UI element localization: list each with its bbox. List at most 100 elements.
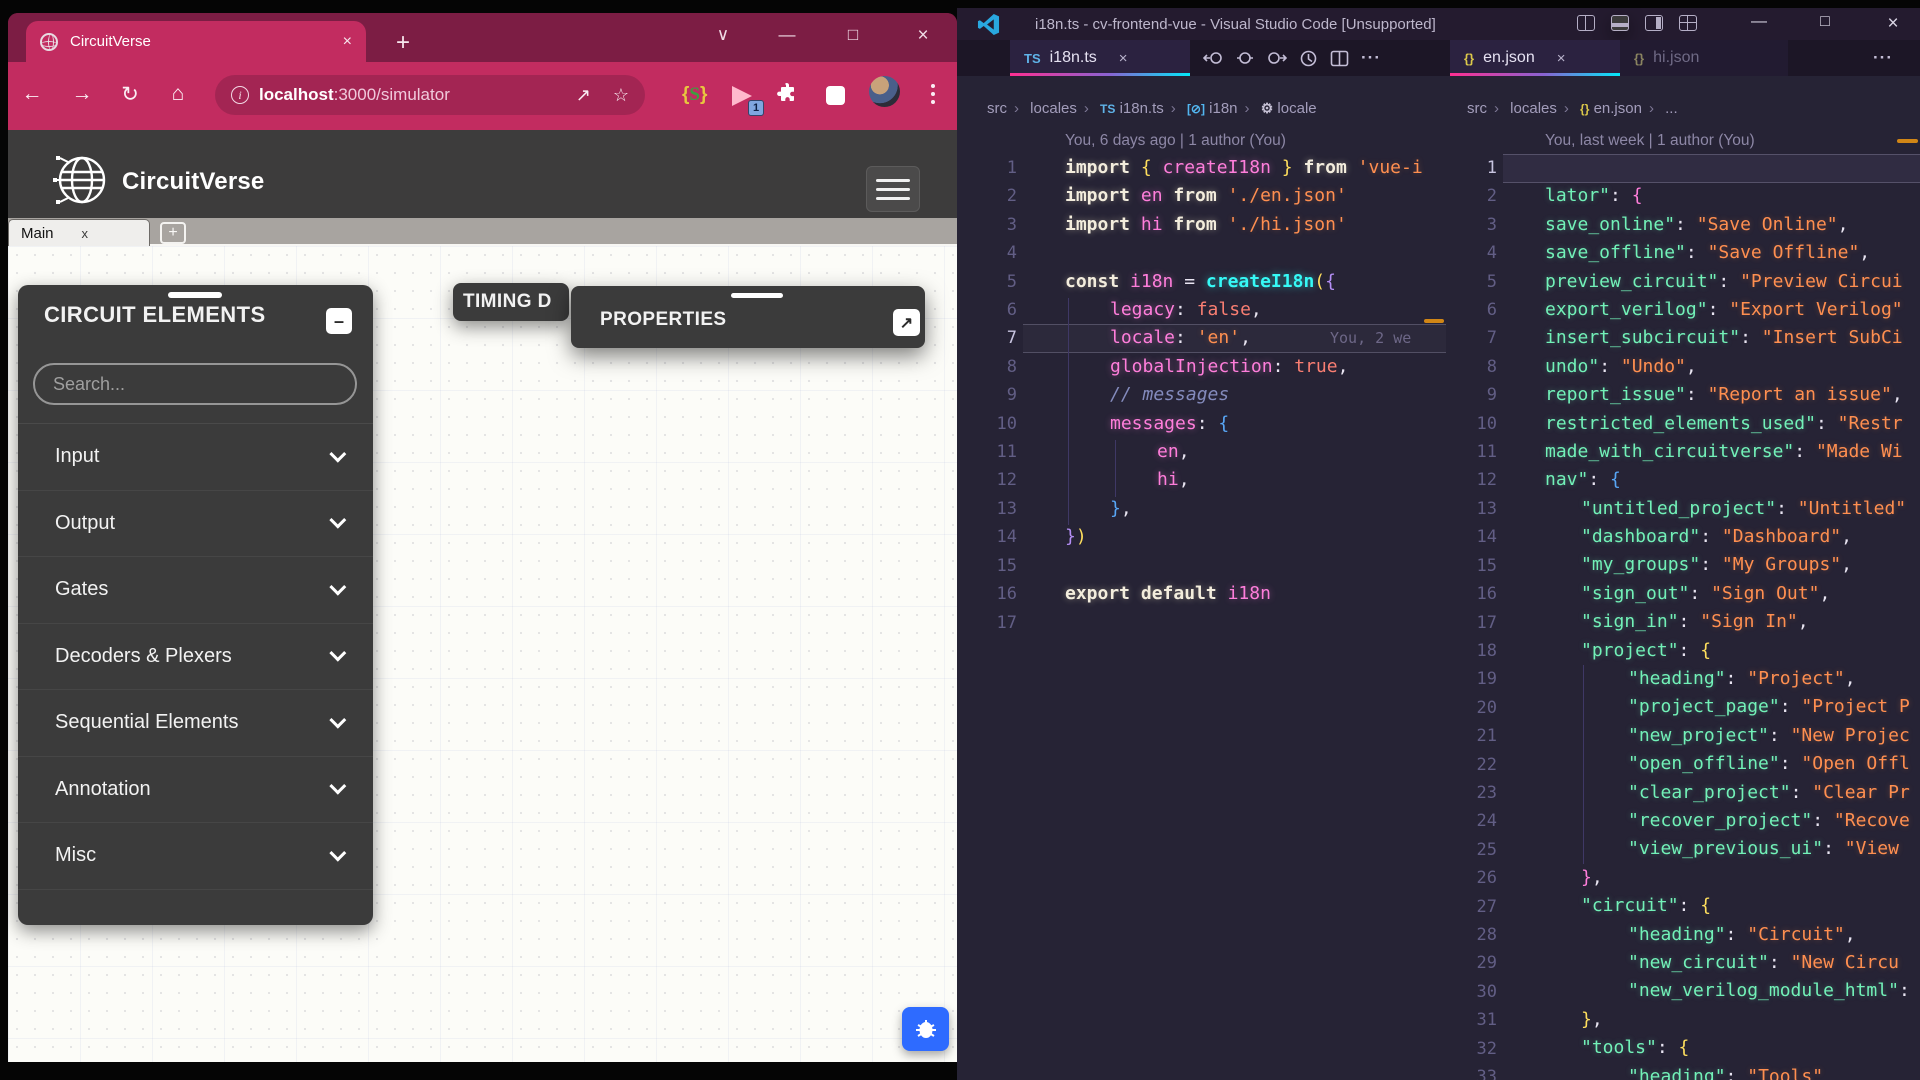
chevron-down-icon[interactable] <box>329 844 346 861</box>
extension-badge: 1 <box>748 100 764 116</box>
timeline-history-icon[interactable] <box>1299 49 1318 68</box>
tab-close-icon[interactable]: × <box>1119 50 1128 67</box>
tab-close-icon[interactable]: × <box>343 33 352 51</box>
panel-collapse-button[interactable]: – <box>326 308 352 334</box>
home-icon[interactable]: ⌂ <box>160 76 196 112</box>
browser-menu-icon[interactable] <box>924 76 942 112</box>
back-icon[interactable]: ← <box>14 76 50 112</box>
chevron-down-icon[interactable] <box>329 711 346 728</box>
line-number: 8 <box>1451 353 1497 381</box>
category-row-annotation[interactable]: Annotation <box>18 757 373 824</box>
browser-tab-circuitverse[interactable]: CircuitVerse × <box>26 21 366 62</box>
properties-expand-button[interactable]: ↗ <box>893 309 920 336</box>
vscode-maximize-button[interactable]: □ <box>1813 13 1837 31</box>
tab-search-chevron-icon[interactable]: ∨ <box>710 25 736 45</box>
breadcrumb[interactable]: src› locales› TS i18n.ts› [⊘] i18n› ⚙ lo… <box>987 100 1317 117</box>
code-content[interactable]: import { createI18n } from 'vue-iimport … <box>1065 154 1423 637</box>
line-number: 6 <box>965 296 1017 324</box>
more-actions-icon[interactable]: ··· <box>1873 48 1893 68</box>
split-editor-layout-icon[interactable] <box>1577 15 1595 31</box>
add-circuit-button[interactable]: + <box>160 222 186 244</box>
code-token: hi <box>1141 214 1163 235</box>
toggle-panel-icon[interactable] <box>1611 15 1629 31</box>
side-panel-icon[interactable] <box>826 86 845 105</box>
new-tab-button[interactable]: + <box>396 29 410 57</box>
line-number: 11 <box>1451 438 1497 466</box>
circuitverse-logo-icon[interactable] <box>48 148 112 217</box>
url-text[interactable]: localhost:3000/simulator <box>259 85 450 105</box>
reload-icon[interactable]: ↻ <box>112 76 148 112</box>
change-icon[interactable] <box>1235 49 1255 67</box>
line-number: 16 <box>1451 580 1497 608</box>
more-actions-icon[interactable]: ··· <box>1361 48 1381 68</box>
site-info-icon[interactable]: i <box>231 86 249 104</box>
profile-avatar[interactable] <box>869 76 900 107</box>
panel-drag-handle[interactable] <box>168 292 222 298</box>
circuit-tab-main[interactable]: Main x <box>8 219 150 246</box>
hamburger-menu-icon[interactable] <box>866 166 920 212</box>
chevron-down-icon[interactable] <box>329 778 346 795</box>
code-line-10: messages: { <box>1065 410 1423 438</box>
tab-close-icon[interactable]: × <box>1557 50 1566 67</box>
timing-panel-title: TIMING D <box>463 291 552 313</box>
code-token: "Preview Circui <box>1740 271 1903 292</box>
customize-layout-icon[interactable] <box>1679 15 1697 31</box>
browser-minimize-button[interactable]: — <box>774 25 800 45</box>
code-token: : <box>1791 782 1813 803</box>
extension-s-icon[interactable]: {S} <box>682 84 707 106</box>
category-row-gates[interactable]: Gates <box>18 557 373 624</box>
code-token: 'vue-i <box>1358 157 1423 178</box>
elements-search-input[interactable] <box>33 363 357 405</box>
category-row-input[interactable]: Input <box>18 424 373 491</box>
browser-maximize-button[interactable]: □ <box>840 25 866 45</box>
code-token: : <box>1769 725 1791 746</box>
line-number: 11 <box>965 438 1017 466</box>
bookmark-star-icon[interactable]: ☆ <box>613 85 629 106</box>
category-row-output[interactable]: Output <box>18 491 373 558</box>
code-line-5: preview_circuit": "Preview Circui <box>1545 268 1920 296</box>
code-content[interactable]: lator": {save_online": "Save Online",sav… <box>1545 154 1920 1080</box>
simulator-canvas[interactable]: CIRCUIT ELEMENTS – InputOutputGatesDecod… <box>8 246 957 1062</box>
code-line-2: lator": { <box>1545 182 1920 210</box>
vscode-minimize-button[interactable]: — <box>1747 13 1771 31</box>
chevron-down-icon[interactable] <box>329 445 346 462</box>
code-token: } <box>1065 526 1076 547</box>
vscode-close-button[interactable]: × <box>1881 13 1905 35</box>
extensions-puzzle-icon[interactable] <box>776 82 798 109</box>
category-row-decoders-plexers[interactable]: Decoders & Plexers <box>18 624 373 691</box>
line-number: 26 <box>1451 864 1497 892</box>
tab-hi-json[interactable]: {} hi.json <box>1620 40 1788 76</box>
panel-drag-handle[interactable] <box>731 293 783 298</box>
circuitverse-brand[interactable]: CircuitVerse <box>122 168 264 196</box>
code-token: { <box>1679 1037 1690 1058</box>
code-token: messages <box>1110 413 1197 434</box>
editor-group-1[interactable]: src› locales› TS i18n.ts› [⊘] i18n› ⚙ lo… <box>957 76 1446 1080</box>
browser-close-button[interactable]: × <box>910 25 936 47</box>
editor-group-2[interactable]: src› locales› {} en.json› ... You, last … <box>1451 76 1920 1080</box>
split-editor-icon[interactable] <box>1330 50 1349 67</box>
code-token: : <box>1726 668 1748 689</box>
tab-en-json[interactable]: {} en.json × <box>1450 40 1620 76</box>
report-bug-button[interactable] <box>902 1007 949 1051</box>
code-token: , <box>1251 299 1262 320</box>
forward-icon[interactable]: → <box>64 76 100 112</box>
tab-i18n-ts[interactable]: TS i18n.ts × <box>1010 40 1190 76</box>
line-number: 29 <box>1451 949 1497 977</box>
code-token: "My Groups" <box>1722 554 1841 575</box>
line-number: 8 <box>965 353 1017 381</box>
address-bar[interactable]: i localhost:3000/simulator ↗ ☆ <box>215 75 645 115</box>
prev-change-icon[interactable] <box>1203 49 1223 67</box>
share-icon[interactable]: ↗ <box>576 85 591 106</box>
category-row-sequential-elements[interactable]: Sequential Elements <box>18 690 373 757</box>
category-row-misc[interactable]: Misc <box>18 823 373 890</box>
code-token: "tools" <box>1581 1037 1657 1058</box>
toggle-secondary-sidebar-icon[interactable] <box>1645 15 1663 31</box>
next-change-icon[interactable] <box>1267 49 1287 67</box>
chevron-down-icon[interactable] <box>329 645 346 662</box>
chevron-down-icon[interactable] <box>329 512 346 529</box>
circuit-tab-close-icon[interactable]: x <box>82 226 89 241</box>
chevron-down-icon[interactable] <box>329 578 346 595</box>
code-token: : <box>1794 441 1816 462</box>
breadcrumb[interactable]: src› locales› {} en.json› ... <box>1467 100 1678 117</box>
timing-diagram-panel[interactable]: TIMING D <box>453 283 569 321</box>
